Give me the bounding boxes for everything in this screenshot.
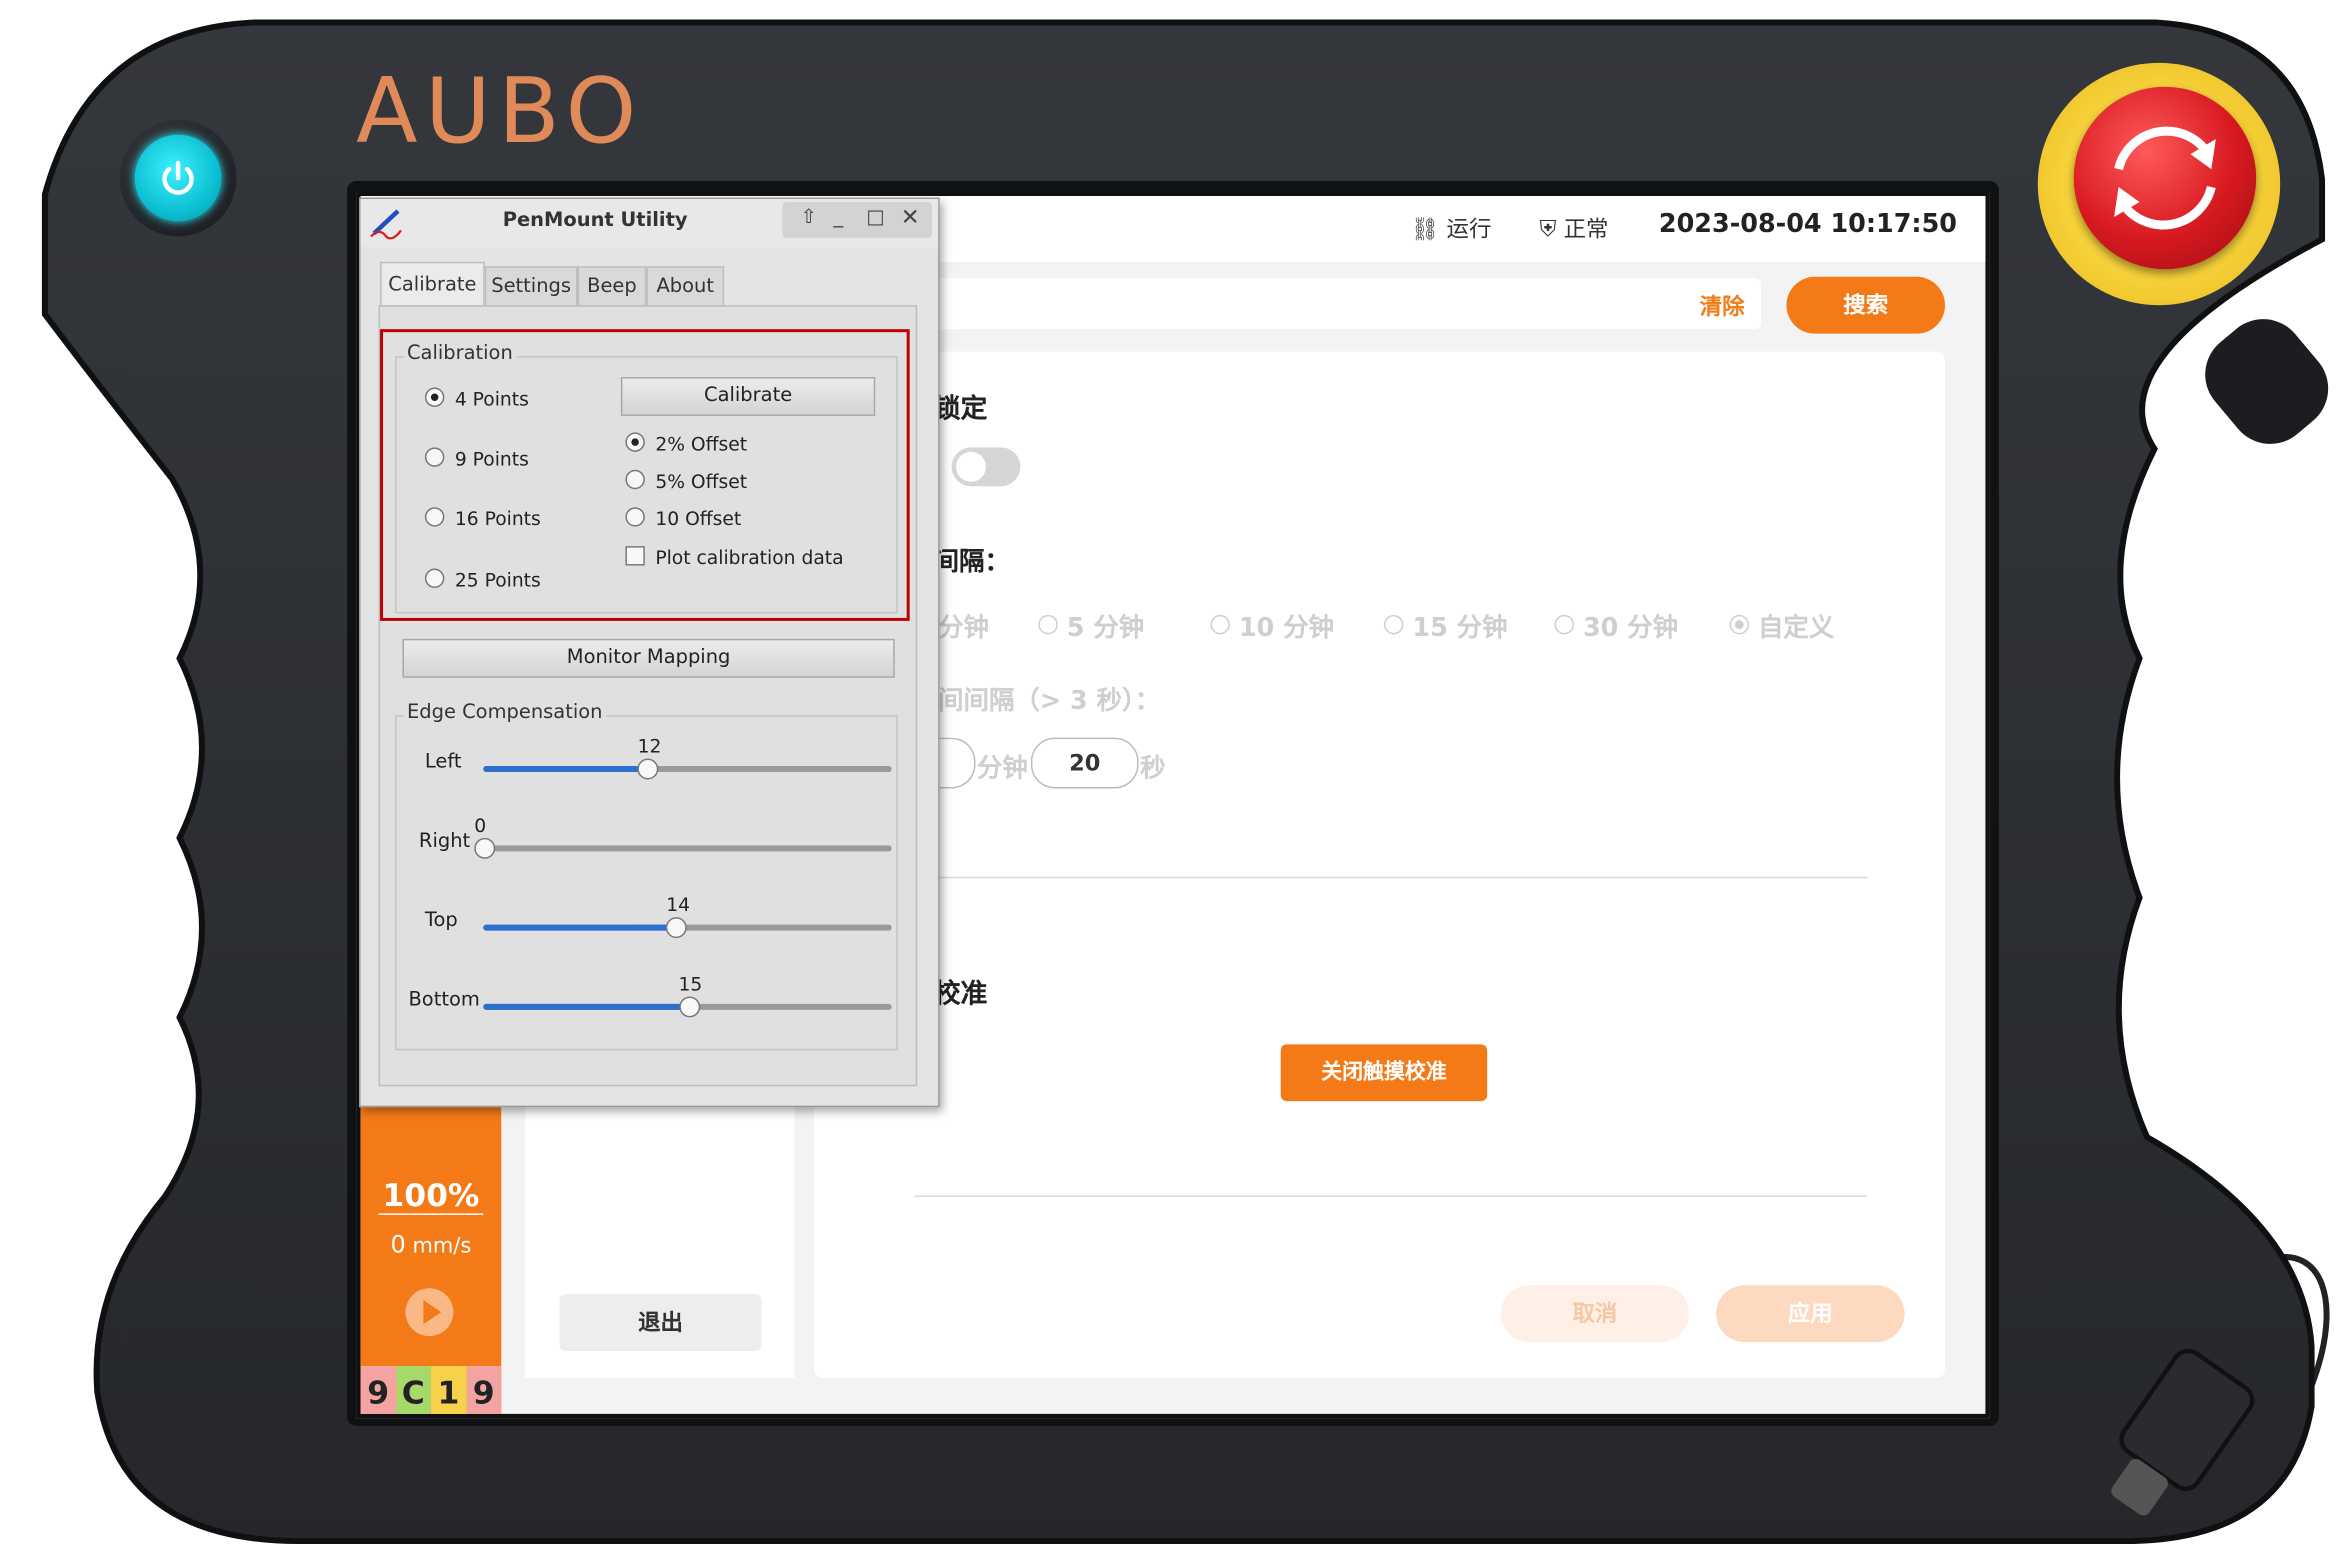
status-code-char: 1 (430, 1366, 467, 1414)
window-titlebar[interactable]: PenMount Utility ⇧ _ □ ✕ (360, 198, 939, 247)
divider (914, 876, 1868, 879)
seconds-input[interactable]: 20 (1030, 737, 1139, 789)
tab-calibrate[interactable]: Calibrate (380, 261, 485, 309)
interval-option-30[interactable]: 30 分钟 (1554, 606, 1679, 644)
cancel-button[interactable]: 取消 (1500, 1285, 1690, 1343)
interval-option-label: 30 分钟 (1582, 613, 1679, 644)
interval-option-label: 自定义 (1757, 613, 1835, 644)
radio-icon (1554, 614, 1574, 635)
minutes-unit: 分钟 (976, 754, 1028, 784)
interval-option-10[interactable]: 10 分钟 (1210, 606, 1334, 643)
interval-label: 间隔： (933, 547, 1010, 578)
toggle-knob (956, 451, 986, 482)
pen-icon (370, 209, 402, 240)
speed-percent[interactable]: 100% (378, 1177, 484, 1215)
tab-beep[interactable]: Beep (577, 266, 647, 307)
edge-slider-fill (483, 766, 647, 773)
safety-status: ⛨ 正常 (1540, 212, 1609, 243)
interval-option-label: 5 分钟 (1066, 613, 1145, 644)
close-icon[interactable]: ✕ (901, 203, 920, 230)
interval-option-5[interactable]: 5 分钟 (1038, 606, 1144, 643)
shield-icon: ⛨ (1539, 215, 1557, 243)
interval-option-label: 分钟 (938, 613, 989, 644)
robot-run-status: ⛓ 运行 (1411, 212, 1492, 243)
edge-slider-value: 12 (637, 734, 662, 758)
emergency-stop-button[interactable] (2073, 86, 2257, 270)
status-code-char: 9 (360, 1366, 396, 1414)
rotate-arrows-icon (2114, 126, 2216, 230)
radio-icon (1210, 614, 1230, 635)
divider (914, 1195, 1868, 1197)
edge-slider-fill (483, 924, 676, 931)
section-title-calibration: 校准 (933, 978, 988, 1010)
status-code: 9 C 1 9 (360, 1366, 502, 1414)
play-icon (423, 1300, 442, 1325)
section-title-lock: 锁定 (933, 393, 988, 425)
edge-slider-value: 0 (474, 813, 487, 837)
window-controls: ⇧ _ □ ✕ (782, 201, 933, 238)
run-label: 运行 (1446, 215, 1492, 243)
exit-button[interactable]: 退出 (559, 1294, 762, 1352)
edge-slider-fill (483, 1003, 688, 1010)
edge-slider-handle[interactable] (474, 837, 496, 859)
seconds-unit: 秒 (1140, 754, 1166, 784)
brand-logo: AUBO (356, 59, 644, 165)
edge-slider-track[interactable] (483, 845, 892, 852)
edge-slider-label: Right (418, 830, 471, 853)
interval-option-15[interactable]: 15 分钟 (1383, 606, 1508, 644)
tab-about[interactable]: About (646, 266, 725, 307)
edge-slider-label: Top (424, 909, 458, 933)
search-input[interactable] (933, 278, 1761, 330)
maximize-icon[interactable]: □ (866, 206, 884, 228)
tab-settings[interactable]: Settings (484, 266, 578, 307)
play-button[interactable] (405, 1288, 454, 1337)
interval-option-label: 15 分钟 (1412, 613, 1508, 644)
speed-readout: 0 mm/s (368, 1230, 494, 1258)
custom-interval-label: 间间隔（> 3 秒）： (938, 686, 1161, 717)
lock-toggle[interactable] (951, 447, 1021, 487)
interval-option-1[interactable]: 分钟 (938, 606, 989, 643)
radio-selected-icon (1729, 614, 1750, 635)
edge-slider-label: Bottom (408, 988, 480, 1012)
radio-icon (1383, 614, 1404, 635)
edge-slider-value: 15 (678, 972, 703, 995)
edge-compensation-label: Edge Compensation (403, 701, 606, 725)
interval-option-custom[interactable]: 自定义 (1729, 606, 1835, 644)
monitor-mapping-button[interactable]: Monitor Mapping (402, 638, 895, 678)
edge-slider-value: 14 (666, 893, 691, 916)
shade-icon[interactable]: ⇧ (800, 206, 816, 228)
window-title: PenMount Utility (502, 209, 688, 232)
status-code-char: C (395, 1366, 431, 1414)
datetime: 2023-08-04 10:17:50 (1658, 209, 1957, 240)
status-code-char: 9 (466, 1366, 502, 1414)
close-touch-calibration-button[interactable]: 关闭触摸校准 (1280, 1044, 1488, 1102)
radio-icon (1038, 614, 1058, 635)
power-icon (134, 134, 222, 222)
settings-panel (813, 351, 1946, 1378)
speed-unit: mm/s (412, 1234, 472, 1259)
edge-slider-handle[interactable] (678, 996, 700, 1018)
highlight-box (380, 329, 910, 621)
edge-slider-label: Left (424, 751, 462, 774)
power-button[interactable] (119, 119, 237, 237)
speed-value: 0 (390, 1229, 406, 1259)
interval-option-label: 10 分钟 (1238, 613, 1334, 644)
search-button[interactable]: 搜索 (1786, 276, 1946, 334)
apply-button[interactable]: 应用 (1716, 1285, 1905, 1343)
robot-arm-icon: ⛓ (1410, 215, 1440, 243)
speed-panel: 100% 0 mm/s 9 C 1 9 (360, 1093, 502, 1414)
state-label: 正常 (1563, 215, 1609, 243)
clear-button[interactable]: 清除 (1700, 290, 1745, 321)
minimize-icon[interactable]: _ (833, 206, 843, 228)
